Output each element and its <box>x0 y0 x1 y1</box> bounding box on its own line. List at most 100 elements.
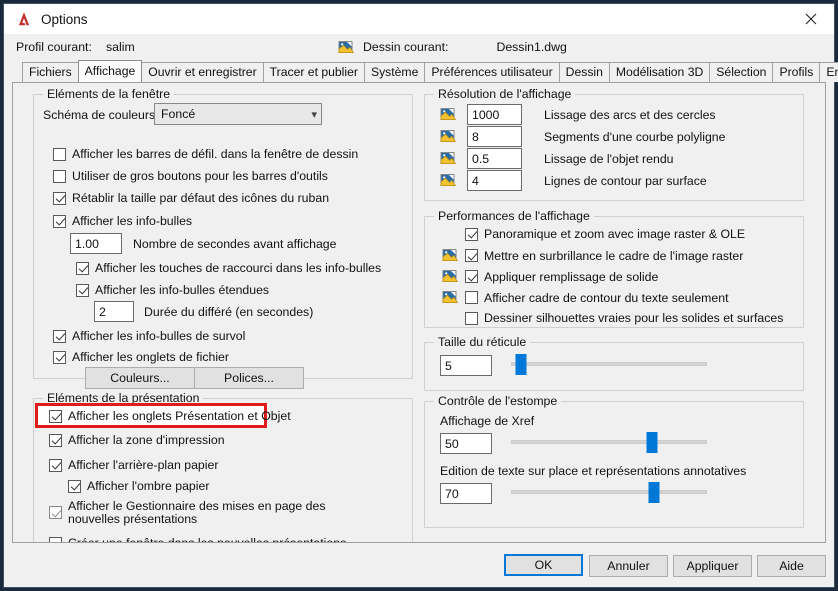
crosshair-size-row: 5 <box>440 355 492 376</box>
tab-en-ligne[interactable]: En ligne <box>819 62 838 82</box>
checkbox-label: Créer une fenêtre dans les nouvelles pré… <box>68 536 347 543</box>
checkbox-indicator <box>68 479 81 493</box>
raster-preview-icon <box>440 129 457 144</box>
help-button[interactable]: Aide <box>757 555 826 577</box>
checkbox-indicator <box>53 169 66 183</box>
checkbox-label: Mettre en surbrillance le cadre de l'ima… <box>484 248 744 263</box>
checkbox-indicator <box>53 214 66 228</box>
checkbox-label: Afficher cadre de contour du texte seule… <box>484 290 729 305</box>
crosshair-size-input[interactable]: 5 <box>440 355 492 376</box>
checkbox-indicator <box>465 291 478 304</box>
checkbox-label: Appliquer remplissage de solide <box>484 269 659 284</box>
cancel-button[interactable]: Annuler <box>589 555 668 577</box>
tab-profils[interactable]: Profils <box>772 62 821 82</box>
raster-preview-icon <box>442 248 459 263</box>
checkbox-indicator <box>465 270 478 283</box>
checkbox-indicator <box>49 409 62 423</box>
drawing-file-icon <box>336 38 356 56</box>
checkbox-indicator <box>76 261 89 275</box>
raster-preview-icon <box>442 290 459 305</box>
raster-preview-icon <box>440 151 457 166</box>
resolution-input[interactable]: 4 <box>467 170 522 191</box>
xref-fade-slider[interactable] <box>511 432 707 453</box>
checkbox-paper-background[interactable]: Afficher l'arrière-plan papier <box>49 458 218 472</box>
checkbox-ribbon-icon-size[interactable]: Rétablir la taille par défaut des icônes… <box>53 191 329 205</box>
checkbox-layout-object-tabs[interactable]: Afficher les onglets Présentation et Obj… <box>49 409 291 423</box>
tab-tracer-publier[interactable]: Tracer et publier <box>262 62 365 82</box>
ok-button[interactable]: OK <box>504 554 583 576</box>
checkbox-label: Afficher les info-bulles étendues <box>95 283 270 297</box>
checkbox-label: Afficher la zone d'impression <box>68 433 225 447</box>
inplace-edit-fade-input[interactable]: 70 <box>440 483 492 504</box>
resolution-label: Lissage de l'objet rendu <box>544 151 674 166</box>
colors-button[interactable]: Couleurs... <box>85 367 195 389</box>
tab-preferences-utilisateur[interactable]: Préférences utilisateur <box>424 62 560 82</box>
crosshair-size-slider[interactable] <box>511 354 707 375</box>
checkbox-extended-tooltips[interactable]: Afficher les info-bulles étendues <box>76 283 269 297</box>
checkbox-scrollbars[interactable]: Afficher les barres de défil. dans la fe… <box>53 147 358 161</box>
resolution-input[interactable]: 0.5 <box>467 148 522 169</box>
checkbox-create-viewport[interactable]: Créer une fenêtre dans les nouvelles pré… <box>49 536 347 543</box>
tab-selection[interactable]: Sélection <box>709 62 774 82</box>
checkbox-tooltips[interactable]: Afficher les info-bulles <box>53 214 192 228</box>
checkbox-file-tabs[interactable]: Afficher les onglets de fichier <box>53 350 229 364</box>
checkbox-label: Afficher les barres de défil. dans la fe… <box>72 147 359 161</box>
checkbox-page-setup-manager[interactable]: Afficher le Gestionnaire des mises en pa… <box>49 500 389 526</box>
checkbox-indicator <box>49 458 62 472</box>
slider-track <box>511 362 707 366</box>
tooltip-delay-label: Nombre de secondes avant affichage <box>133 236 337 251</box>
checkbox-pan-zoom-raster-ole[interactable]: Panoramique et zoom avec image raster & … <box>465 227 745 241</box>
extended-delay-row: 2 Durée du différé (en secondes) <box>94 301 313 322</box>
checkbox-label: Afficher les onglets de fichier <box>72 350 229 364</box>
window-elements-group-title: Eléments de la fenêtre <box>43 87 175 101</box>
checkbox-indicator <box>53 329 66 343</box>
slider-thumb[interactable] <box>646 432 658 453</box>
checkbox-shortcut-keys[interactable]: Afficher les touches de raccourci dans l… <box>76 261 381 275</box>
checkbox-true-silhouettes[interactable]: Dessiner silhouettes vraies pour les sol… <box>465 311 783 325</box>
tooltip-delay-row: 1.00 Nombre de secondes avant affichage <box>70 233 337 254</box>
tab-modelisation-3d[interactable]: Modélisation 3D <box>608 62 711 82</box>
checkbox-large-buttons[interactable]: Utiliser de gros boutons pour les barres… <box>53 169 328 183</box>
close-icon[interactable] <box>788 4 834 34</box>
checkbox-label: Afficher les info-bulles <box>72 214 193 228</box>
checkbox-paper-shadow[interactable]: Afficher l'ombre papier <box>68 479 209 493</box>
slider-track <box>511 440 707 444</box>
tab-fichiers[interactable]: Fichiers <box>22 62 79 82</box>
checkbox-highlight-raster-frame[interactable]: Mettre en surbrillance le cadre de l'ima… <box>442 248 743 263</box>
checkbox-label: Afficher l'ombre papier <box>87 479 210 493</box>
slider-thumb[interactable] <box>648 482 660 503</box>
fade-control-group-title: Contrôle de l'estompe <box>434 394 562 408</box>
raster-preview-icon <box>442 269 459 284</box>
current-drawing-value: Dessin1.dwg <box>496 40 567 54</box>
checkbox-apply-solid-fill[interactable]: Appliquer remplissage de solide <box>442 269 658 284</box>
fonts-button[interactable]: Polices... <box>194 367 304 389</box>
extended-delay-label: Durée du différé (en secondes) <box>144 304 314 319</box>
extended-delay-input[interactable]: 2 <box>94 301 134 322</box>
apply-button[interactable]: Appliquer <box>673 555 752 577</box>
inplace-edit-fade-row: 70 <box>440 483 492 504</box>
color-scheme-value: Foncé <box>161 107 196 121</box>
tab-affichage[interactable]: Affichage <box>77 60 143 82</box>
slider-track <box>511 490 707 494</box>
tab-dessin[interactable]: Dessin <box>558 62 610 82</box>
options-tabstrip: Fichiers Affichage Ouvrir et enregistrer… <box>4 60 838 82</box>
resolution-input[interactable]: 1000 <box>467 104 522 125</box>
checkbox-label: Afficher le Gestionnaire des mises en pa… <box>68 499 326 526</box>
window-title: Options <box>41 11 88 27</box>
checkbox-indicator <box>76 283 89 297</box>
checkbox-label: Panoramique et zoom avec image raster & … <box>484 227 746 241</box>
checkbox-rollover-tooltips[interactable]: Afficher les info-bulles de survol <box>53 329 245 343</box>
tab-ouvrir-enregistrer[interactable]: Ouvrir et enregistrer <box>141 62 264 82</box>
xref-fade-input[interactable]: 50 <box>440 433 492 454</box>
tab-systeme[interactable]: Système <box>363 62 426 82</box>
inplace-edit-fade-slider[interactable] <box>511 482 707 503</box>
tooltip-delay-input[interactable]: 1.00 <box>70 233 122 254</box>
checkbox-printable-area[interactable]: Afficher la zone d'impression <box>49 433 225 447</box>
resolution-input[interactable]: 8 <box>467 126 522 147</box>
checkbox-indicator <box>465 311 478 325</box>
slider-thumb[interactable] <box>515 354 527 375</box>
checkbox-text-boundary-frame-only[interactable]: Afficher cadre de contour du texte seule… <box>442 290 729 305</box>
color-scheme-select[interactable]: Foncé ▾ <box>154 103 322 125</box>
display-performance-group-title: Performances de l'affichage <box>434 209 594 223</box>
checkbox-indicator <box>53 191 66 205</box>
